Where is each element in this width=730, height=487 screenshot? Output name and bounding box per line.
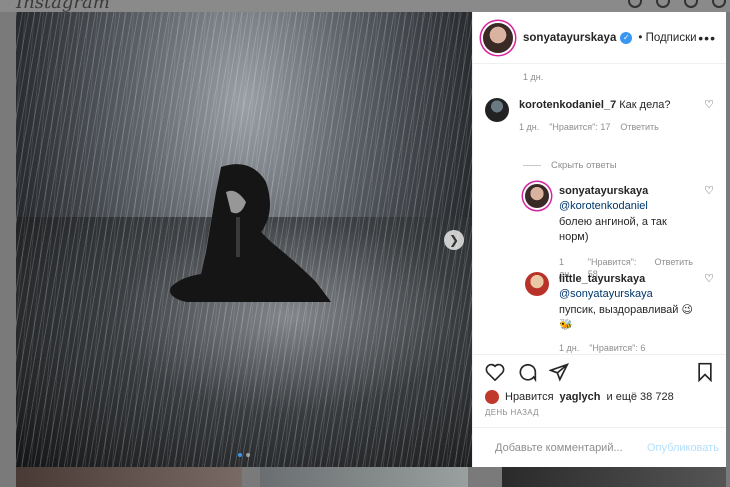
comment-time: 1 дн. (519, 122, 540, 133)
explore-icon[interactable] (684, 0, 698, 8)
grid-thumbnail[interactable] (260, 466, 468, 487)
like-reply-icon[interactable]: ♡ (703, 272, 715, 354)
post-modal: ❯ sonyatayurskaya ✓ • Подписки ••• 1 дн.… (16, 12, 726, 467)
comment-input[interactable] (495, 441, 637, 454)
reply-time: 1 дн. (559, 342, 580, 353)
comment-timestamp: 1 дн. (523, 72, 544, 82)
grid-thumbnail[interactable] (502, 466, 726, 487)
post-actions (473, 354, 726, 388)
reply-username[interactable]: little_tayurskaya (559, 273, 645, 285)
next-photo-button[interactable]: ❯ (444, 230, 464, 250)
liker-avatar[interactable] (485, 390, 499, 404)
carousel-dot (238, 453, 242, 457)
comment-icon[interactable] (517, 362, 537, 382)
verified-icon: ✓ (620, 31, 633, 44)
profile-icon[interactable] (712, 0, 726, 8)
chevron-right-icon: ❯ (448, 233, 460, 247)
likes-prefix: Нравится (505, 391, 554, 403)
bookmark-icon[interactable] (696, 362, 714, 382)
reply-mention[interactable]: @sonyatayurskaya (559, 288, 653, 300)
reply-mention[interactable]: @korotenkodaniel (559, 200, 648, 212)
like-comment-icon[interactable]: ♡ (703, 98, 715, 134)
likes-summary: Нравится yaglych и ещё 38 728 (473, 388, 726, 406)
home-icon[interactable] (628, 0, 642, 8)
send-icon[interactable] (549, 362, 569, 382)
reply-text: болею ангиной, а так норм) (559, 215, 667, 244)
photo-figure (170, 164, 331, 302)
comment-text: Как дела? (619, 99, 671, 111)
reply-avatar[interactable] (525, 184, 549, 208)
liker-username[interactable]: yaglych (560, 391, 601, 403)
comments-list[interactable]: 1 дн. korotenkodaniel_7 Как дела? 1 дн. … (473, 64, 726, 354)
background-grid (0, 466, 730, 487)
reply-item: little_tayurskaya @sonyatayurskaya пупси… (525, 272, 715, 354)
header-nav (628, 0, 726, 8)
hide-replies-label: Скрыть ответы (551, 160, 617, 171)
post-sidebar: sonyatayurskaya ✓ • Подписки ••• 1 дн. k… (472, 12, 726, 467)
likes-count[interactable]: и ещё 38 728 (607, 391, 674, 403)
more-options-button[interactable]: ••• (698, 30, 716, 46)
comment-item: korotenkodaniel_7 Как дела? 1 дн. "Нрави… (485, 98, 715, 134)
commenter-username[interactable]: korotenkodaniel_7 (519, 99, 616, 111)
post-photo[interactable]: ❯ (16, 12, 472, 467)
commenter-avatar[interactable] (485, 98, 509, 122)
reply-text: пупсик, выздоравливай 😉🐝 (559, 303, 693, 332)
author-username[interactable]: sonyatayurskaya (523, 32, 616, 44)
grid-thumbnail[interactable] (16, 466, 242, 487)
reply-likes[interactable]: "Нравится": 6 (589, 342, 645, 354)
like-reply-icon[interactable]: ♡ (703, 184, 715, 281)
author-avatar[interactable] (483, 22, 513, 53)
comment-composer: Опубликовать (473, 427, 726, 467)
hide-replies-button[interactable]: Скрыть ответы (523, 160, 617, 171)
carousel-indicator (238, 453, 250, 457)
publish-button[interactable]: Опубликовать (647, 442, 719, 454)
heart-icon[interactable] (485, 363, 505, 381)
divider (523, 165, 541, 166)
following-button[interactable]: • Подписки (638, 32, 696, 44)
background-header: Instagram (0, 0, 730, 13)
post-date[interactable]: ДЕНЬ НАЗАД (473, 406, 726, 427)
comment-likes[interactable]: "Нравится": 17 (549, 121, 610, 134)
reply-button[interactable]: Ответить (620, 121, 658, 134)
reply-item: sonyatayurskaya @korotenkodaniel болею а… (525, 184, 715, 281)
post-header: sonyatayurskaya ✓ • Подписки ••• (473, 12, 726, 64)
direct-icon[interactable] (656, 0, 670, 8)
reply-avatar[interactable] (525, 272, 549, 296)
reply-username[interactable]: sonyatayurskaya (559, 185, 648, 197)
carousel-dot (246, 453, 250, 457)
